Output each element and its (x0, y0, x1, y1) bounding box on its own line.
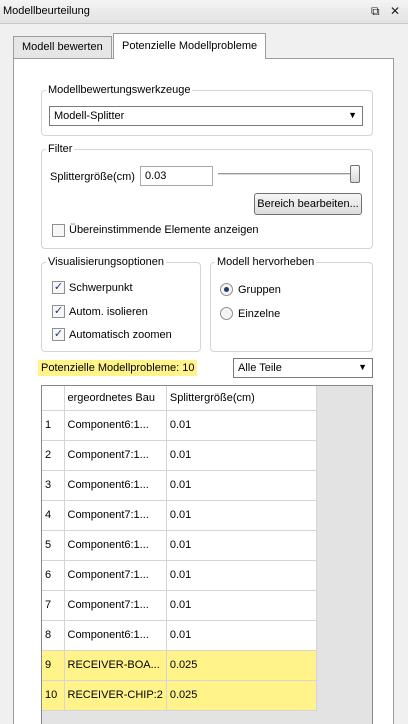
groups-radio[interactable] (220, 283, 233, 296)
highlight-legend: Modell hervorheben (217, 256, 315, 268)
splitter-size-cell[interactable]: 0.01 (166, 470, 317, 501)
splitter-size-label: Splittergröße(cm) (50, 171, 135, 183)
slider-thumb[interactable] (350, 165, 360, 183)
filter-legend: Filter (48, 143, 73, 155)
row-number[interactable]: 9 (42, 650, 65, 681)
splitter-size-cell[interactable]: 0.01 (166, 590, 317, 621)
part-cell[interactable]: Component6:1... (64, 620, 167, 651)
visualization-legend: Visualisierungsoptionen (48, 256, 164, 268)
part-cell[interactable]: Component6:1... (64, 470, 167, 501)
centroid-label: Schwerpunkt (69, 282, 133, 294)
auto-zoom-checkbox[interactable]: ✓ (52, 328, 65, 341)
chevron-down-icon: ▼ (348, 110, 357, 120)
part-cell[interactable]: Component6:1... (64, 410, 167, 441)
part-cell[interactable]: Component7:1... (64, 440, 167, 471)
splitter-size-cell[interactable]: 0.01 (166, 560, 317, 591)
part-cell[interactable]: Component6:1... (64, 530, 167, 561)
splitter-size-cell[interactable]: 0.01 (166, 440, 317, 471)
tools-select[interactable]: Modell-Splitter ▼ (49, 106, 363, 126)
edit-range-button[interactable]: Bereich bearbeiten... (254, 193, 362, 215)
splitter-size-cell[interactable]: 0.025 (166, 680, 317, 711)
single-label: Einzelne (238, 308, 281, 320)
splitter-size-cell[interactable]: 0.025 (166, 650, 317, 681)
table-row[interactable]: 4 Component7:1... 0.01 (42, 500, 317, 531)
row-number[interactable]: 8 (42, 620, 65, 651)
row-number[interactable]: 2 (42, 440, 65, 471)
table-row[interactable]: 2 Component7:1... 0.01 (42, 440, 317, 471)
show-matching-label: Übereinstimmende Elemente anzeigen (69, 224, 259, 236)
table-row[interactable]: 8 Component6:1... 0.01 (42, 620, 317, 651)
row-number-header (42, 386, 65, 411)
tab-modell-bewerten[interactable]: Modell bewerten (13, 36, 112, 58)
splitter-size-cell[interactable]: 0.01 (166, 530, 317, 561)
splitter-size-input[interactable]: 0.03 (140, 166, 213, 186)
part-cell[interactable]: Component7:1... (64, 590, 167, 621)
table-row[interactable]: 10 RECEIVER-CHIP:2 0.025 (42, 680, 317, 711)
problem-count-label: Potenzielle Modellprobleme: 10 (38, 360, 198, 376)
splitter-size-cell[interactable]: 0.01 (166, 500, 317, 531)
tools-select-value: Modell-Splitter (54, 110, 125, 122)
row-number[interactable]: 3 (42, 470, 65, 501)
auto-isolate-checkbox[interactable]: ✓ (52, 305, 65, 318)
table-row[interactable]: 6 Component7:1... 0.01 (42, 560, 317, 591)
title-bar: Modellbeurteilung ⧉ ✕ (0, 0, 408, 24)
parts-filter-value: Alle Teile (238, 362, 282, 374)
highlight-group: Modell hervorheben (210, 256, 373, 352)
tab-potenzielle-modellprobleme[interactable]: Potenzielle Modellprobleme (113, 33, 267, 59)
window-title: Modellbeurteilung (3, 5, 90, 17)
auto-isolate-label: Autom. isolieren (69, 306, 148, 318)
tools-legend: Modellbewertungswerkzeuge (48, 84, 191, 96)
splitter-size-cell[interactable]: 0.01 (166, 410, 317, 441)
row-number[interactable]: 1 (42, 410, 65, 441)
table-header: ergeordnetes Bau Splittergröße(cm) (42, 386, 317, 411)
row-number[interactable]: 4 (42, 500, 65, 531)
auto-zoom-label: Automatisch zoomen (69, 329, 172, 341)
table-row[interactable]: 1 Component6:1... 0.01 (42, 410, 317, 441)
part-cell[interactable]: RECEIVER-BOA... (64, 650, 167, 681)
problems-table: ergeordnetes Bau Splittergröße(cm) 1 Comp… (41, 385, 373, 724)
groups-label: Gruppen (238, 284, 281, 296)
part-cell[interactable]: Component7:1... (64, 500, 167, 531)
part-cell[interactable]: RECEIVER-CHIP:2 (64, 680, 167, 711)
table-row[interactable]: 3 Component6:1... 0.01 (42, 470, 317, 501)
splitter-size-cell[interactable]: 0.01 (166, 620, 317, 651)
row-number[interactable]: 7 (42, 590, 65, 621)
centroid-checkbox[interactable]: ✓ (52, 281, 65, 294)
table-row[interactable]: 9 RECEIVER-BOA... 0.025 (42, 650, 317, 681)
checkmark-icon: ✓ (53, 281, 64, 293)
splitter-size-slider[interactable] (218, 173, 360, 176)
table-row[interactable]: 5 Component6:1... 0.01 (42, 530, 317, 561)
column-header-part[interactable]: ergeordnetes Bau (64, 386, 167, 411)
single-radio[interactable] (220, 307, 233, 320)
chevron-down-icon: ▼ (358, 362, 367, 372)
checkmark-icon: ✓ (53, 305, 64, 317)
column-header-splitter-size[interactable]: Splittergröße(cm) (166, 386, 317, 411)
checkmark-icon: ✓ (53, 328, 64, 340)
row-number[interactable]: 6 (42, 560, 65, 591)
row-number[interactable]: 10 (42, 680, 65, 711)
show-matching-checkbox[interactable] (52, 224, 65, 237)
pin-icon[interactable]: ⧉ (371, 4, 380, 18)
close-icon[interactable]: ✕ (390, 4, 400, 18)
row-number[interactable]: 5 (42, 530, 65, 561)
part-cell[interactable]: Component7:1... (64, 560, 167, 591)
table-row[interactable]: 7 Component7:1... 0.01 (42, 590, 317, 621)
parts-filter-select[interactable]: Alle Teile ▼ (233, 358, 373, 378)
